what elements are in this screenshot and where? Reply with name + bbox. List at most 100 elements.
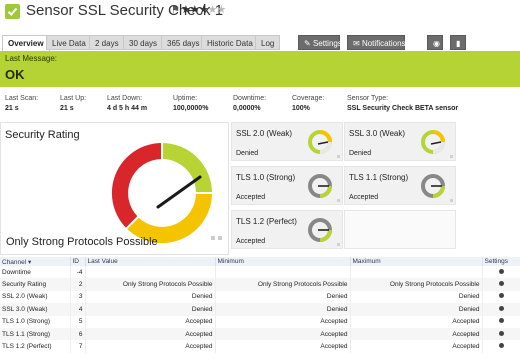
page-header: Sensor SSL Security Check 1 ⚑ ★★★★★ [0, 0, 520, 30]
stats-row: Last Scan: 21 s Last Up: 21 s Last Down: 4 … [0, 95, 520, 117]
table-header-row: Channel ▾ ID Last Value Minimum Maximum … [0, 257, 520, 266]
gear-icon[interactable] [498, 305, 504, 311]
eye-button[interactable]: ◉ [427, 35, 443, 50]
cell-id: 3 [70, 290, 86, 304]
cell-channel[interactable]: Security Rating [0, 278, 71, 291]
cell-channel[interactable]: TLS 1.1 (Strong) [0, 327, 71, 341]
priority-stars[interactable]: ★★★★★ [181, 3, 227, 16]
stat-value: 100,0000% [173, 105, 209, 112]
table-row[interactable]: TLS 1.1 (Strong) 6 Accepted Accepted Acc… [0, 327, 520, 341]
tab-live-data[interactable]: Live Data [46, 35, 92, 50]
channel-table: Channel ▾ ID Last Value Minimum Maximum … [0, 257, 520, 353]
cell-channel[interactable]: TLS 1.2 (Perfect) [0, 340, 71, 353]
legend-marker [337, 199, 340, 202]
panel-status: Denied [236, 150, 259, 157]
tab-historic-data[interactable]: Historic Data [201, 35, 259, 50]
cell-id: 7 [70, 340, 86, 353]
col-minimum[interactable]: Minimum [215, 257, 351, 266]
star-icon[interactable]: ★ [190, 4, 200, 16]
star-icon[interactable]: ★ [181, 4, 191, 16]
flag-icon[interactable]: ⚑ [171, 5, 180, 16]
cell-settings[interactable] [482, 278, 520, 291]
mini-gauge-icon [421, 130, 445, 154]
cell-settings[interactable] [482, 340, 520, 353]
stat-coverage: Coverage: 100% [292, 95, 324, 112]
sort-down-icon[interactable]: ▾ [28, 259, 31, 266]
stat-downtime: Downtime: 0,0000% [233, 95, 266, 112]
cell-last [85, 266, 216, 279]
gear-icon[interactable] [498, 318, 504, 324]
table-row[interactable]: TLS 1.2 (Perfect) 7 Accepted Accepted Ac… [0, 340, 520, 353]
cell-max: Denied [350, 303, 483, 316]
gear-icon[interactable] [498, 268, 504, 274]
cell-channel[interactable]: TLS 1.0 (Strong) [0, 315, 71, 328]
cell-channel[interactable]: SSL 2.0 (Weak) [0, 290, 71, 304]
table-row[interactable]: Downtime -4 [0, 266, 520, 279]
panel-status: Accepted [349, 194, 379, 201]
tab-settings[interactable]: ✎ Settings [298, 35, 342, 50]
cell-settings[interactable] [482, 315, 520, 328]
cell-settings[interactable] [482, 327, 520, 341]
panel-status: Accepted [236, 194, 266, 201]
ssl-3-0-panel[interactable]: SSL 3.0 (Weak) Denied [344, 122, 456, 161]
cell-settings[interactable] [482, 266, 520, 279]
cell-last: Only Strong Protocols Possible [85, 278, 216, 291]
gear-icon[interactable] [498, 293, 504, 299]
cell-settings[interactable] [482, 303, 520, 316]
stat-last-up: Last Up: 21 s [60, 95, 86, 112]
tab-30-days[interactable]: 30 days [123, 35, 164, 50]
legend-marker [337, 155, 340, 158]
cell-min: Only Strong Protocols Possible [215, 278, 351, 291]
col-id[interactable]: ID [70, 257, 86, 266]
stat-key: Coverage: [292, 95, 325, 102]
star-icon[interactable]: ★ [217, 4, 227, 16]
tab-365-days[interactable]: 365 days [161, 35, 206, 50]
tls-1-2-panel[interactable]: TLS 1.2 (Perfect) Accepted [231, 210, 343, 249]
cell-min: Accepted [215, 327, 351, 341]
cell-min: Denied [215, 290, 351, 304]
panel-name: SSL 3.0 (Weak) [349, 129, 406, 138]
col-last-value[interactable]: Last Value [85, 257, 216, 266]
cell-channel[interactable]: Downtime [0, 266, 71, 279]
table-row[interactable]: Security Rating 2 Only Strong Protocols … [0, 278, 520, 291]
stat-value: 0,0000% [233, 105, 261, 112]
cell-last: Denied [85, 303, 216, 316]
tab-notifications-label: Notifications [361, 39, 406, 48]
ssl-2-0-panel[interactable]: SSL 2.0 (Weak) Denied [231, 122, 343, 161]
panel-status: Accepted [236, 238, 266, 245]
cell-channel[interactable]: SSL 3.0 (Weak) [0, 303, 71, 316]
tab-log[interactable]: Log [255, 35, 281, 50]
security-rating-gauge-panel[interactable]: Security Rating Only Strong Protocols Po… [0, 122, 229, 255]
gauge-value-text: Only Strong Protocols Possible [6, 236, 158, 248]
last-message-value: OK [5, 67, 25, 82]
table-row[interactable]: SSL 2.0 (Weak) 3 Denied Denied Denied [0, 290, 520, 304]
stat-value: 4 d 5 h 44 m [107, 105, 148, 112]
table-row[interactable]: TLS 1.0 (Strong) 5 Accepted Accepted Acc… [0, 315, 520, 328]
cell-id: -4 [70, 266, 86, 279]
wrench-icon: ✎ [304, 39, 311, 48]
stat-value: 21 s [5, 105, 19, 112]
cell-last: Denied [85, 290, 216, 304]
tab-notifications[interactable]: ✉ Notifications [347, 35, 406, 50]
cell-min: Denied [215, 303, 351, 316]
delete-button[interactable]: ▮ [450, 35, 466, 50]
stat-uptime: Uptime: 100,0000% [173, 95, 208, 112]
gear-icon[interactable] [498, 281, 504, 287]
tls-1-0-panel[interactable]: TLS 1.0 (Strong) Accepted [231, 166, 343, 205]
stat-last-scan: Last Scan: 21 s [5, 95, 38, 112]
tab-2-days[interactable]: 2 days [89, 35, 125, 50]
stat-key: Last Down: [107, 95, 143, 102]
tls-1-1-panel[interactable]: TLS 1.1 (Strong) Accepted [344, 166, 456, 205]
status-ok-icon [5, 4, 20, 19]
gear-icon[interactable] [498, 343, 504, 349]
stat-key: Last Up: [60, 95, 87, 102]
col-channel[interactable]: Channel ▾ [0, 257, 71, 266]
col-maximum[interactable]: Maximum [350, 257, 483, 266]
tab-overview[interactable]: Overview [2, 35, 50, 51]
star-icon[interactable]: ★ [199, 4, 209, 16]
legend-marker [337, 243, 340, 246]
cell-settings[interactable] [482, 290, 520, 304]
star-icon[interactable]: ★ [208, 4, 218, 16]
gear-icon[interactable] [498, 330, 504, 336]
table-row[interactable]: SSL 3.0 (Weak) 4 Denied Denied Denied [0, 303, 520, 316]
